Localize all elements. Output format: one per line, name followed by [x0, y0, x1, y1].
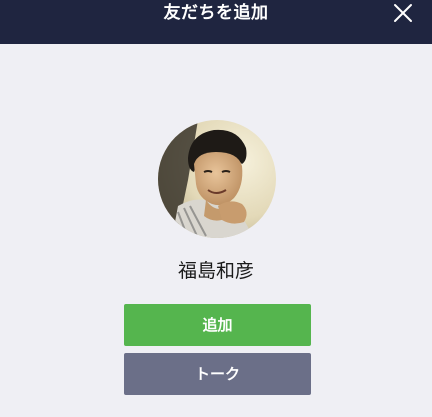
close-button[interactable] [392, 2, 414, 24]
avatar [158, 120, 276, 238]
add-friend-button[interactable]: 追加 [124, 304, 311, 346]
talk-button[interactable]: トーク [124, 353, 311, 395]
header-bar: 友だちを追加 [0, 0, 432, 44]
add-button-label: 追加 [202, 316, 233, 334]
avatar-photo [158, 120, 276, 238]
close-icon [394, 4, 412, 22]
profile-name: 福島和彦 [177, 260, 254, 282]
talk-button-label: トーク [194, 365, 240, 383]
page-title: 友だちを追加 [163, 3, 269, 23]
